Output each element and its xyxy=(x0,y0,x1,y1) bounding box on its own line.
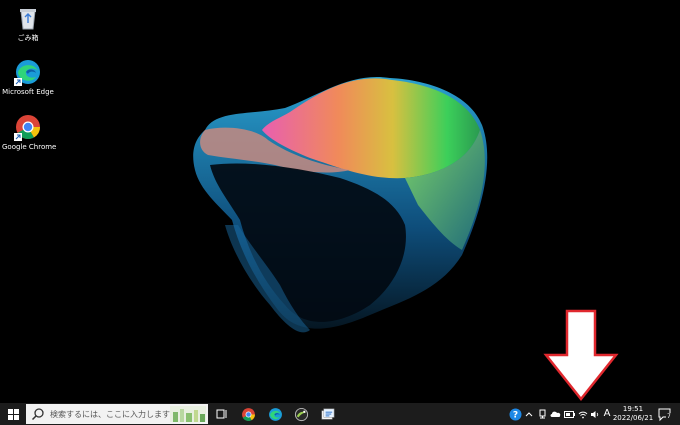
search-placeholder: 検索するには、ここに入力します xyxy=(50,409,170,419)
recycle-bin-icon xyxy=(14,4,42,32)
taskbar-chrome-button[interactable] xyxy=(239,405,257,423)
task-view-button[interactable] xyxy=(213,405,231,423)
onedrive-icon xyxy=(550,411,560,417)
wifi-icon xyxy=(578,411,587,418)
chrome-icon xyxy=(14,113,42,141)
taskbar-search-box[interactable]: 検索するには、ここに入力します xyxy=(26,404,208,424)
help-icon: ? xyxy=(509,408,521,420)
onedrive-tray-button[interactable] xyxy=(549,408,561,420)
notification-count-badge: 7 xyxy=(666,413,672,420)
edge-icon xyxy=(14,58,42,86)
taskbar-edge-button[interactable] xyxy=(266,405,284,423)
photos-icon xyxy=(294,407,308,421)
task-view-icon xyxy=(216,409,227,419)
chrome-icon xyxy=(241,407,255,421)
desktop-icon-label: Microsoft Edge xyxy=(2,88,54,96)
network-device-tray-button[interactable] xyxy=(537,408,547,420)
taskbar: 検索するには、ここに入力します ? A 19:51 2022/06/21 7 xyxy=(0,403,680,425)
search-icon xyxy=(31,408,44,421)
desktop: ごみ箱 Microsoft Edge Google Chrome xyxy=(0,0,680,403)
svg-text:?: ? xyxy=(512,410,517,420)
windows-logo-icon xyxy=(7,408,19,420)
battery-tray-button[interactable] xyxy=(563,408,575,420)
down-arrow-annotation xyxy=(543,309,619,401)
shortcut-arrow-icon xyxy=(14,78,22,86)
desktop-icon-label: ごみ箱 xyxy=(17,34,39,42)
desktop-icon-microsoft-edge[interactable]: Microsoft Edge xyxy=(2,58,54,97)
network-device-icon xyxy=(539,409,545,419)
start-button[interactable] xyxy=(0,403,26,425)
taskbar-clock[interactable]: 19:51 2022/06/21 xyxy=(612,405,654,423)
battery-icon xyxy=(563,410,575,418)
desktop-icon-google-chrome[interactable]: Google Chrome xyxy=(2,113,57,152)
taskbar-photos-button[interactable] xyxy=(292,405,310,423)
volume-icon xyxy=(590,410,598,418)
wifi-tray-button[interactable] xyxy=(577,408,588,420)
desktop-icon-recycle-bin[interactable]: ごみ箱 xyxy=(2,4,54,43)
clock-time: 19:51 xyxy=(622,405,644,413)
volume-tray-button[interactable] xyxy=(589,408,600,420)
app-icon xyxy=(321,408,334,419)
edge-icon xyxy=(268,407,282,421)
desktop-icon-label: Google Chrome xyxy=(2,143,57,151)
show-hidden-icons-button[interactable] xyxy=(524,408,534,420)
search-highlight-illustration-icon xyxy=(170,406,206,422)
taskbar-app-button[interactable] xyxy=(318,405,336,423)
clock-date: 2022/06/21 xyxy=(612,414,654,422)
notification-center-button[interactable]: 7 xyxy=(657,406,673,422)
chevron-up-icon xyxy=(525,412,533,417)
shortcut-arrow-icon xyxy=(14,133,22,141)
help-button[interactable]: ? xyxy=(508,407,522,421)
